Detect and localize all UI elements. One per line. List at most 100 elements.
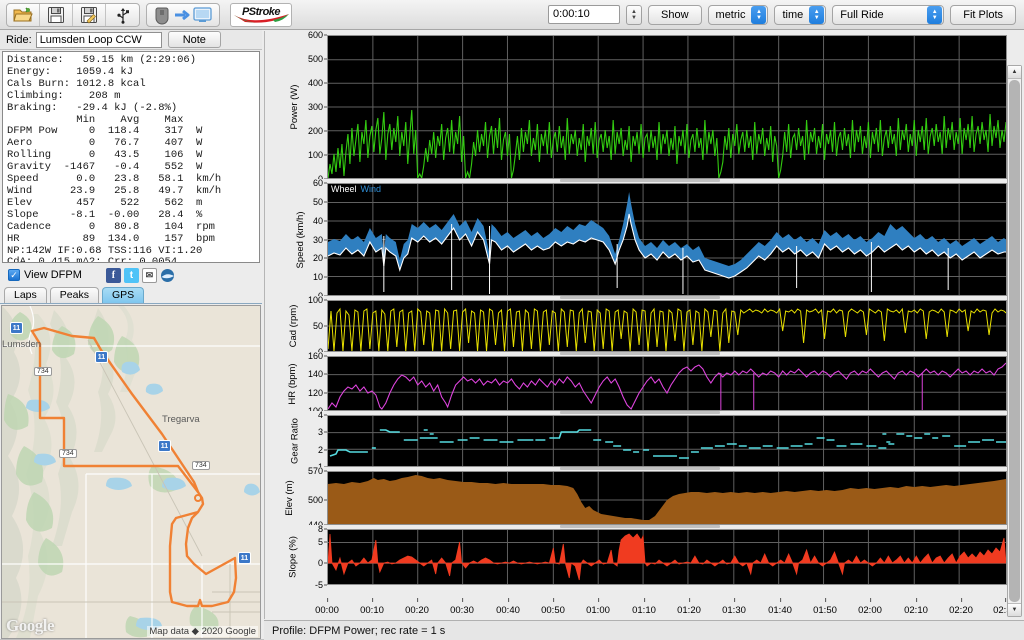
- status-text: Profile: DFPM Power; rec rate = 1 s: [272, 624, 446, 637]
- floppy-disk-icon: [48, 6, 64, 23]
- map-place-tregarva: Tregarva: [162, 414, 200, 425]
- plot-cadence: Cad (rpm) 0 50 100: [273, 295, 1007, 357]
- save-as-file-button[interactable]: [73, 3, 106, 26]
- range-select[interactable]: Full Ride ▲ ▼: [832, 4, 945, 25]
- plots-stack: Power (W) 0 100 200 300 400 500 600: [273, 30, 1007, 593]
- hr-plot-area[interactable]: [327, 356, 1007, 411]
- xtick-0: 00:00: [315, 598, 339, 616]
- units-select[interactable]: metric ▲ ▼: [707, 4, 769, 25]
- elev-resize-handle[interactable]: [560, 525, 720, 528]
- plot-power: Power (W) 0 100 200 300 400 500 600: [273, 30, 1007, 184]
- save-file-button[interactable]: [40, 3, 73, 26]
- speed-ytick-50: 50: [312, 196, 323, 207]
- power-yaxis-title: Power (W): [288, 84, 300, 130]
- plots-vertical-scrollbar[interactable]: ▲ ▼: [1007, 65, 1022, 617]
- scroll-thumb[interactable]: [1009, 80, 1020, 602]
- slope-plot-area[interactable]: [327, 529, 1007, 585]
- facebook-icon[interactable]: f: [105, 267, 121, 283]
- speed-legend: Wheel Wind: [331, 184, 385, 194]
- left-panel-tabs: Laps Peaks GPS: [0, 286, 262, 304]
- plots-panel: Power (W) 0 100 200 300 400 500 600: [264, 30, 1024, 630]
- time-stepper[interactable]: ▲ ▼: [626, 4, 642, 25]
- elev-plot-area[interactable]: [327, 471, 1007, 525]
- cadence-yaxis-title: Cad (rpm): [287, 304, 299, 348]
- xtick-11: 01:50: [813, 598, 837, 616]
- power-resize-handle[interactable]: [560, 179, 720, 182]
- ride-statistics-panel: Distance: 59.15 km (2:29:06) Energy: 105…: [2, 51, 260, 263]
- gear-resize-handle[interactable]: [560, 467, 720, 470]
- cadence-plot-area[interactable]: [327, 300, 1007, 352]
- xtick-7: 01:10: [632, 598, 656, 616]
- slope-series-svg: [328, 530, 1006, 584]
- open-file-button[interactable]: [7, 3, 40, 26]
- units-select-value: metric: [715, 8, 746, 21]
- show-button[interactable]: Show: [648, 4, 702, 25]
- scroll-up-arrow-icon[interactable]: ▲: [1008, 66, 1021, 79]
- cadence-resize-handle[interactable]: [560, 352, 720, 355]
- map-place-lumsden: Lumsden: [2, 339, 42, 350]
- main-toolbar: PStroke 0:00:10 ▲ ▼ Show metric ▲ ▼ time …: [0, 0, 1024, 30]
- map-route-734-a: 734: [34, 367, 52, 376]
- xtick-8: 01:20: [677, 598, 701, 616]
- slope-yaxis-title: Slope (%): [287, 536, 299, 578]
- speed-plot-area[interactable]: Wheel Wind: [327, 183, 1007, 296]
- map-route-734-b: 734: [59, 449, 77, 458]
- xaxis-select[interactable]: time ▲ ▼: [774, 4, 827, 25]
- gear-plot-area[interactable]: [327, 415, 1007, 467]
- slope-ytick-neg5: -5: [314, 580, 323, 590]
- slope-ytick-0: 0: [317, 558, 323, 569]
- elev-yaxis-title: Elev (m): [284, 480, 296, 516]
- map-shield-11-b: 11: [95, 351, 108, 363]
- time-input[interactable]: 0:00:10: [548, 5, 620, 24]
- hr-series-svg: [328, 357, 1006, 410]
- legend-wheel: Wheel: [331, 184, 357, 194]
- usb-device-button[interactable]: [106, 4, 139, 26]
- speed-ytick-30: 30: [312, 234, 323, 245]
- tab-peaks[interactable]: Peaks: [49, 287, 99, 303]
- chevron-updown-icon: ▲ ▼: [751, 5, 767, 24]
- hr-yaxis-title: HR (bpm): [287, 362, 299, 405]
- speed-ytick-60: 60: [312, 178, 323, 188]
- gear-yaxis-title: Gear Ratio: [289, 418, 301, 464]
- tab-gps[interactable]: GPS: [101, 287, 145, 303]
- globe-icon[interactable]: [160, 268, 175, 283]
- email-icon[interactable]: ✉: [141, 267, 157, 283]
- hr-ytick-140: 140: [307, 369, 323, 380]
- twitter-icon[interactable]: t: [123, 267, 139, 283]
- view-dfpm-label: View DFPM: [24, 269, 82, 281]
- note-button[interactable]: Note: [167, 31, 221, 48]
- slope-ytick-5: 5: [317, 536, 323, 547]
- hr-resize-handle[interactable]: [560, 411, 720, 414]
- plot-heart-rate: HR (bpm) 100 120 140 160: [273, 351, 1007, 416]
- map-attribution: Map data ◆ 2020 Google: [147, 626, 258, 637]
- chevron-updown-icon: ▲ ▼: [927, 5, 943, 24]
- map-canvas: [2, 306, 260, 638]
- hr-yaxis: HR (bpm) 100 120 140 160: [273, 351, 327, 416]
- cadence-ytick-100: 100: [307, 295, 323, 305]
- ride-name-input[interactable]: Lumsden Loop CCW: [35, 31, 162, 48]
- scroll-down-arrow-icon[interactable]: ▼: [1008, 603, 1021, 616]
- fit-plots-button[interactable]: Fit Plots: [950, 4, 1016, 25]
- gps-map[interactable]: Lumsden Tregarva 11 11 11 11 734 734 734…: [1, 305, 261, 639]
- map-shield-11-c: 11: [158, 440, 171, 452]
- speed-resize-handle[interactable]: [560, 296, 720, 299]
- power-plot-area[interactable]: [327, 35, 1007, 179]
- xtick-9: 01:30: [722, 598, 746, 616]
- usb-icon: [116, 7, 129, 24]
- xtick-12: 02:00: [858, 598, 882, 616]
- xtick-5: 00:50: [541, 598, 565, 616]
- power-ytick-300: 300: [307, 102, 323, 112]
- map-shield-11-d: 11: [238, 552, 251, 564]
- app-logo-text: PStroke: [241, 5, 281, 18]
- view-dfpm-checkbox[interactable]: ✓: [8, 269, 20, 281]
- power-ytick-200: 200: [307, 125, 323, 136]
- speed-yaxis: Speed (km/h) 0 10 20 30 40 50 60: [273, 178, 327, 301]
- device-to-monitor-icon: [155, 6, 212, 24]
- speed-ytick-20: 20: [312, 253, 323, 264]
- cadence-ytick-50: 50: [312, 321, 323, 331]
- hr-ytick-160: 160: [307, 351, 323, 361]
- elev-yaxis: Elev (m) 440 500 570: [273, 466, 327, 530]
- tab-laps[interactable]: Laps: [4, 287, 47, 303]
- legend-wind: Wind: [360, 184, 382, 194]
- download-to-computer-button[interactable]: [147, 4, 219, 26]
